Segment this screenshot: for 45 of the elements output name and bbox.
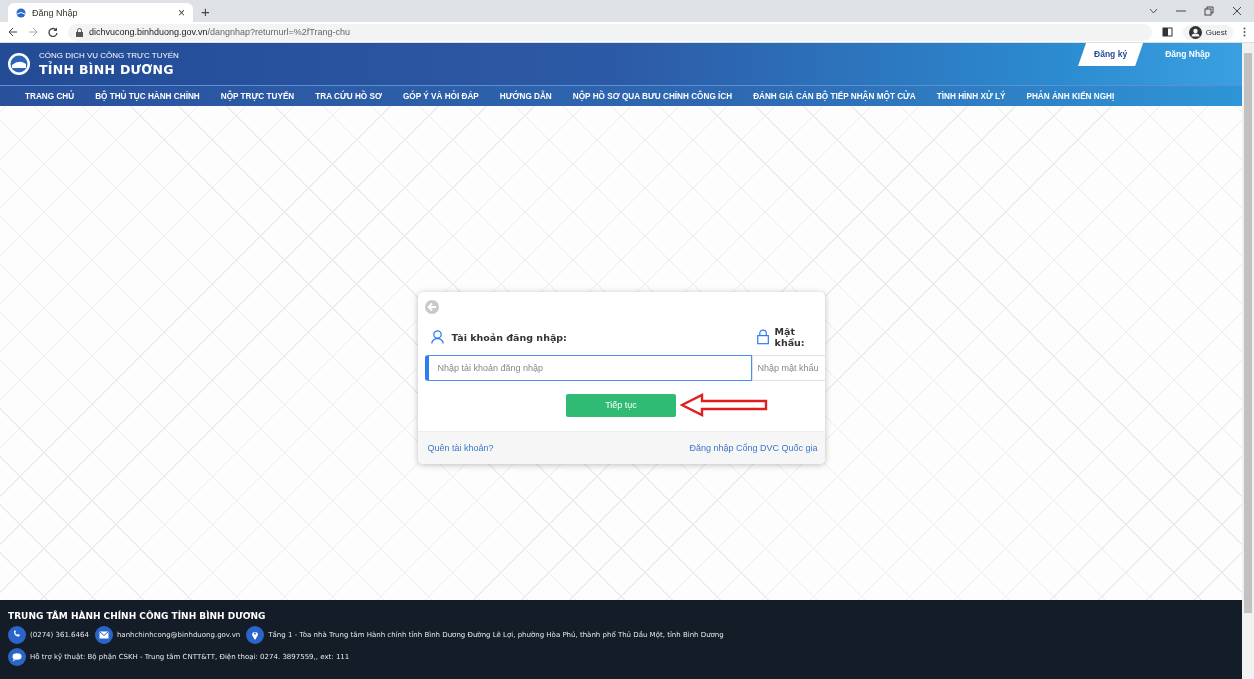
restore-icon[interactable] (1204, 6, 1214, 16)
close-icon[interactable] (1232, 6, 1242, 16)
chat-icon (8, 647, 26, 666)
globe-icon (16, 7, 26, 18)
browser-tab[interactable]: Đăng Nhập × (8, 3, 193, 22)
nav-link[interactable]: TÌNH HÌNH XỬ LÝ (936, 91, 1006, 101)
back-arrow-icon[interactable] (8, 27, 18, 37)
nav-link[interactable]: GÓP Ý VÀ HỎI ĐÁP (402, 91, 479, 101)
nav-link[interactable]: BỘ THỦ TỤC HÀNH CHÍNH (95, 91, 200, 101)
tab-close-button[interactable]: × (178, 5, 185, 20)
national-portal-link[interactable]: Đăng nhập Cổng DVC Quốc gia (689, 443, 818, 453)
more-menu-icon[interactable] (1243, 27, 1246, 37)
province-title: TỈNH BÌNH DƯƠNG (39, 62, 175, 77)
url-text: dichvucong.binhduong.gov.vn/dangnhap?returnurl=%2fTrang-chu (89, 27, 350, 37)
nav-link[interactable]: TRANG CHỦ (25, 91, 75, 101)
chevron-down-icon[interactable] (1149, 8, 1158, 14)
nav-link[interactable]: TRA CỨU HỒ SƠ (315, 91, 382, 101)
password-label: Mật khẩu: (774, 326, 806, 348)
map-pin-icon (246, 625, 265, 644)
profile-button[interactable]: Guest (1182, 24, 1233, 40)
lock-icon (756, 329, 769, 345)
portal-subtitle: CỔNG DỊCH VỤ CÔNG TRỰC TUYẾN (39, 51, 179, 60)
lock-icon (76, 27, 83, 37)
mail-icon (94, 625, 113, 644)
username-label: Tài khoản đăng nhập: (451, 331, 567, 343)
side-panel-icon[interactable] (1161, 27, 1173, 37)
username-field[interactable]: Nhập tài khoản đăng nhập (424, 355, 752, 381)
user-icon (430, 330, 444, 344)
footer-title: TRUNG TÂM HÀNH CHÍNH CÔNG TỈNH BÌNH DƯƠNG (8, 611, 267, 621)
logo-icon (8, 53, 30, 75)
avatar-icon (1188, 25, 1202, 39)
scrollbar-thumb[interactable] (1244, 53, 1252, 613)
nav-link[interactable]: NỘP TRỰC TUYẾN (220, 91, 295, 101)
password-field[interactable]: Nhập mật khẩu (751, 355, 825, 381)
nav-link[interactable]: NỘP HỒ SƠ QUA BƯU CHÍNH CÔNG ÍCH (572, 91, 733, 101)
new-tab-button[interactable]: + (201, 3, 210, 20)
address-bar[interactable]: dichvucong.binhduong.gov.vn/dangnhap?returnurl=%2fTrang-chu (68, 23, 1152, 41)
nav-link[interactable]: HƯỚNG DẪN (499, 91, 552, 101)
forgot-account-link[interactable]: Quên tài khoản? (427, 443, 494, 453)
reload-icon[interactable] (48, 27, 58, 37)
nav-link[interactable]: PHẢN ÁNH KIẾN NGHỊ (1026, 91, 1115, 101)
nav-link[interactable]: ĐÁNH GIÁ CÁN BỘ TIẾP NHẬN MỘT CỬA (753, 91, 916, 101)
tab-title: Đăng Nhập (32, 7, 79, 18)
phone-icon (8, 625, 26, 644)
auth-link[interactable]: Đăng ký (1078, 43, 1144, 66)
